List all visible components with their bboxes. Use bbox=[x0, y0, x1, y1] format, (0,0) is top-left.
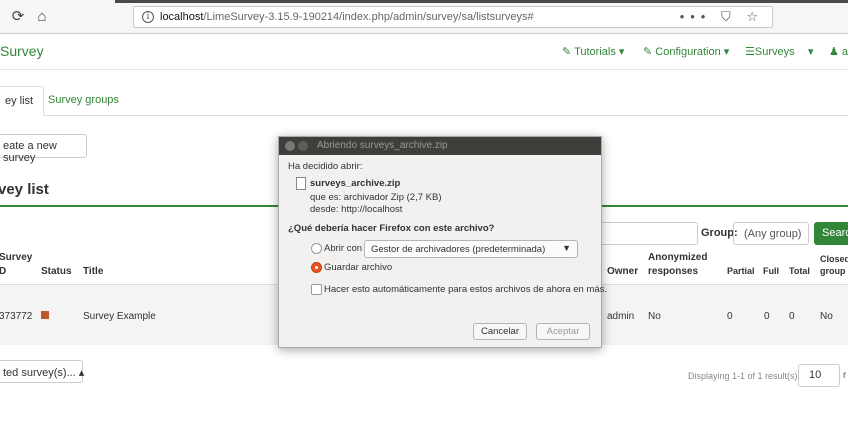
nav-user[interactable]: ♟ ac bbox=[829, 45, 848, 58]
open-with-radio[interactable] bbox=[311, 243, 322, 254]
page-size-suffix: r bbox=[843, 370, 847, 381]
header-survey-id-line2[interactable]: D bbox=[0, 266, 6, 277]
cell-partial: 0 bbox=[727, 311, 733, 322]
url-host: localhost bbox=[160, 11, 204, 23]
header-closed[interactable]: Closed bbox=[820, 254, 848, 264]
auto-action-checkbox[interactable] bbox=[311, 284, 322, 295]
open-with-label[interactable]: Abrir con bbox=[324, 243, 362, 254]
info-icon[interactable]: i bbox=[142, 11, 154, 23]
cell-owner: admin bbox=[607, 311, 635, 322]
cell-title[interactable]: Survey Example bbox=[83, 311, 156, 322]
page-size-select[interactable]: 10 bbox=[798, 364, 840, 387]
group-select[interactable]: (Any group) bbox=[733, 222, 809, 245]
cell-survey-id[interactable]: 373772 bbox=[0, 311, 32, 322]
cell-closed: No bbox=[820, 311, 833, 322]
url-bar[interactable]: i localhost/LimeSurvey-3.15.9-190214/ind… bbox=[133, 6, 773, 28]
header-anonymized[interactable]: Anonymized bbox=[648, 252, 707, 263]
header-status[interactable]: Status bbox=[41, 266, 72, 277]
tab-survey-groups[interactable]: Survey groups bbox=[38, 86, 129, 116]
pagination-summary: Displaying 1-1 of 1 result(s). bbox=[688, 371, 801, 381]
header-full[interactable]: Full bbox=[763, 266, 779, 276]
app-navbar: Survey ✎ Tutorials ▾ ✎ Configuration ▾ ☰… bbox=[0, 34, 848, 70]
browser-toolbar: ⟳ ⌂ i localhost/LimeSurvey-3.15.9-190214… bbox=[0, 0, 848, 34]
selected-surveys-button[interactable]: ted survey(s)... ▴ bbox=[0, 360, 84, 383]
file-type: que es: archivador Zip (2,7 KB) bbox=[310, 192, 442, 203]
dialog-title: Abriendo surveys_archive.zip bbox=[317, 140, 448, 151]
cell-anonymized: No bbox=[648, 311, 661, 322]
save-file-radio[interactable] bbox=[311, 262, 322, 273]
chevron-down-icon[interactable]: ▾ bbox=[808, 45, 814, 58]
reload-icon[interactable]: ⟳ bbox=[8, 8, 28, 26]
cell-total: 0 bbox=[789, 311, 795, 322]
chevron-down-icon: ▼ bbox=[562, 243, 571, 253]
create-survey-button[interactable]: eate a new survey bbox=[0, 134, 87, 164]
page-actions-menu-icon[interactable]: ••• ⛉ ☆ bbox=[680, 9, 764, 25]
file-name: surveys_archive.zip bbox=[310, 178, 401, 189]
open-with-select[interactable]: Gestor de archivadores (predeterminada) … bbox=[364, 240, 578, 258]
status-icon bbox=[41, 311, 49, 319]
page-title: vey list bbox=[0, 181, 49, 198]
nav-configuration[interactable]: ✎ Configuration ▾ bbox=[643, 45, 729, 58]
window-edge bbox=[115, 0, 848, 3]
cell-full: 0 bbox=[764, 311, 770, 322]
home-icon[interactable]: ⌂ bbox=[32, 8, 52, 26]
download-dialog: Abriendo surveys_archive.zip Ha decidido… bbox=[278, 136, 607, 348]
url-text: localhost/LimeSurvey-3.15.9-190214/index… bbox=[160, 11, 534, 23]
header-survey-id[interactable]: Survey bbox=[0, 252, 32, 263]
search-button[interactable]: Searc bbox=[814, 222, 848, 245]
header-partial[interactable]: Partial bbox=[727, 266, 755, 276]
dialog-titlebar: Abriendo surveys_archive.zip bbox=[279, 137, 601, 155]
header-title[interactable]: Title bbox=[83, 266, 103, 277]
header-owner[interactable]: Owner bbox=[607, 266, 638, 277]
open-with-app: Gestor de archivadores (predeterminada) bbox=[371, 244, 546, 255]
auto-action-label[interactable]: Hacer esto automáticamente para estos ar… bbox=[324, 284, 607, 295]
accept-button[interactable]: Aceptar bbox=[536, 323, 590, 340]
minimize-icon[interactable] bbox=[298, 141, 308, 151]
file-source: desde: http://localhost bbox=[310, 204, 403, 215]
close-icon[interactable] bbox=[285, 141, 295, 151]
nav-surveys[interactable]: ☰Surveys bbox=[745, 45, 795, 58]
brand-logo[interactable]: Survey bbox=[0, 43, 44, 59]
url-path: /LimeSurvey-3.15.9-190214/index.php/admi… bbox=[203, 11, 534, 23]
dialog-intro: Ha decidido abrir: bbox=[288, 161, 363, 172]
header-anonymized-line2[interactable]: responses bbox=[648, 266, 698, 277]
header-closed-line2[interactable]: group bbox=[820, 266, 846, 276]
file-icon bbox=[296, 177, 306, 190]
tab-bar: ey list Survey groups bbox=[0, 86, 848, 116]
search-input[interactable] bbox=[590, 222, 698, 245]
dialog-question: ¿Qué debería hacer Firefox con este arch… bbox=[288, 223, 495, 234]
save-file-label[interactable]: Guardar archivo bbox=[324, 262, 392, 273]
header-total[interactable]: Total bbox=[789, 266, 810, 276]
nav-tutorials[interactable]: ✎ Tutorials ▾ bbox=[562, 45, 624, 58]
cancel-button[interactable]: Cancelar bbox=[473, 323, 527, 340]
